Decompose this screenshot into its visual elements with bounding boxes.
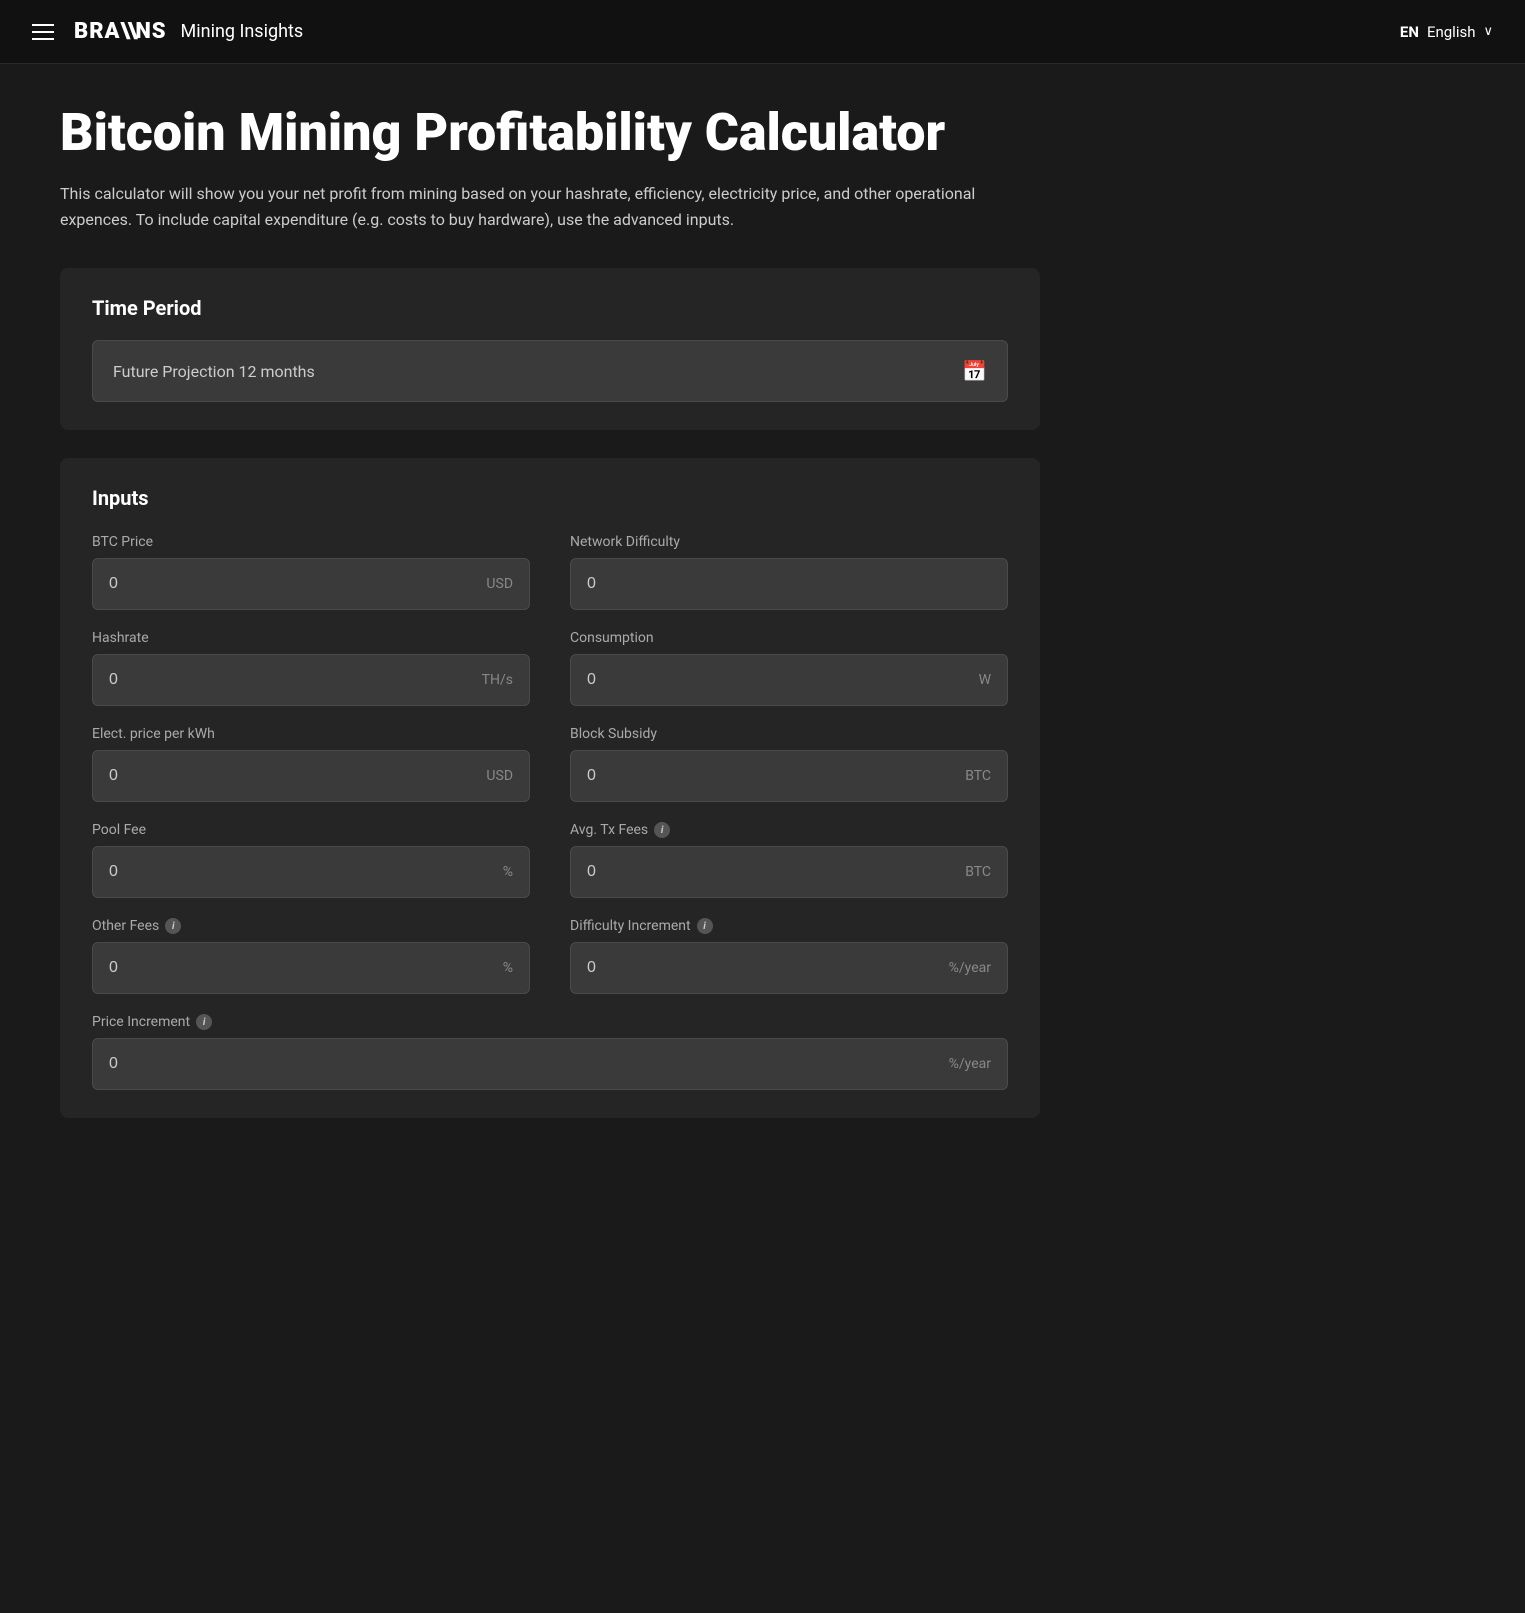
info-icon-other-fees[interactable]: i xyxy=(165,918,181,934)
input-hashrate[interactable] xyxy=(109,671,474,689)
input-wrapper-elect-price: USD xyxy=(92,750,530,802)
input-block-subsidy[interactable] xyxy=(587,767,957,785)
label-other-fees: Other Feesi xyxy=(92,918,530,934)
label-difficulty-increment: Difficulty Incrementi xyxy=(570,918,1008,934)
input-group-elect-price: Elect. price per kWh USD xyxy=(92,726,530,802)
input-group-other-fees: Other Feesi% xyxy=(92,918,530,994)
hamburger-menu[interactable] xyxy=(32,24,54,40)
chevron-down-icon: ∨ xyxy=(1483,24,1493,39)
label-btc-price: BTC Price xyxy=(92,534,530,550)
info-icon-difficulty-increment[interactable]: i xyxy=(697,918,713,934)
inputs-grid: BTC Price USD Network Difficulty Hashrate TH… xyxy=(92,534,1008,1090)
input-group-price-increment: Price Incrementi %/year xyxy=(92,1014,1008,1090)
input-wrapper-network-difficulty xyxy=(570,558,1008,610)
unit-other-fees: % xyxy=(503,960,513,976)
input-group-block-subsidy: Block Subsidy BTC xyxy=(570,726,1008,802)
input-elect-price[interactable] xyxy=(109,767,478,785)
calendar-icon: 📅 xyxy=(962,359,987,383)
page-title: Bitcoin Mining Profitability Calculator xyxy=(60,104,1040,161)
input-group-avg-tx-fees: Avg. Tx Feesi BTC xyxy=(570,822,1008,898)
input-other-fees[interactable] xyxy=(109,959,495,977)
input-group-hashrate: Hashrate TH/s xyxy=(92,630,530,706)
input-consumption[interactable] xyxy=(587,671,971,689)
app-header: BRA\\NS Mining Insights EN English ∨ xyxy=(0,0,1525,64)
input-network-difficulty[interactable] xyxy=(587,575,991,593)
input-pool-fee[interactable] xyxy=(109,863,495,881)
info-icon-price-increment[interactable]: i xyxy=(196,1014,212,1030)
time-period-value: Future Projection 12 months xyxy=(113,362,315,381)
time-period-title: Time Period xyxy=(92,296,1008,320)
main-content: Bitcoin Mining Profitability Calculator … xyxy=(0,64,1100,1158)
input-wrapper-pool-fee: % xyxy=(92,846,530,898)
inputs-title: Inputs xyxy=(92,486,1008,510)
input-wrapper-difficulty-increment: %/year xyxy=(570,942,1008,994)
input-wrapper-hashrate: TH/s xyxy=(92,654,530,706)
input-group-consumption: Consumption W xyxy=(570,630,1008,706)
input-wrapper-other-fees: % xyxy=(92,942,530,994)
unit-avg-tx-fees: BTC xyxy=(965,864,991,880)
input-wrapper-price-increment: %/year xyxy=(92,1038,1008,1090)
label-consumption: Consumption xyxy=(570,630,1008,646)
unit-consumption: W xyxy=(979,672,991,688)
info-icon-avg-tx-fees[interactable]: i xyxy=(654,822,670,838)
input-price-increment[interactable] xyxy=(109,1055,941,1073)
logo: BRA\\NS Mining Insights xyxy=(74,19,303,44)
logo-subtitle: Mining Insights xyxy=(181,21,304,42)
unit-btc-price: USD xyxy=(486,576,513,592)
input-avg-tx-fees[interactable] xyxy=(587,863,957,881)
lang-code: EN xyxy=(1400,23,1419,41)
time-period-selector[interactable]: Future Projection 12 months 📅 xyxy=(92,340,1008,402)
label-pool-fee: Pool Fee xyxy=(92,822,530,838)
unit-elect-price: USD xyxy=(486,768,513,784)
label-price-increment: Price Incrementi xyxy=(92,1014,1008,1030)
label-network-difficulty: Network Difficulty xyxy=(570,534,1008,550)
label-block-subsidy: Block Subsidy xyxy=(570,726,1008,742)
language-selector[interactable]: EN English ∨ xyxy=(1400,23,1493,41)
lang-name: English xyxy=(1427,23,1476,41)
input-wrapper-btc-price: USD xyxy=(92,558,530,610)
input-wrapper-block-subsidy: BTC xyxy=(570,750,1008,802)
label-hashrate: Hashrate xyxy=(92,630,530,646)
input-wrapper-consumption: W xyxy=(570,654,1008,706)
unit-price-increment: %/year xyxy=(949,1056,991,1072)
input-btc-price[interactable] xyxy=(109,575,478,593)
time-period-section: Time Period Future Projection 12 months … xyxy=(60,268,1040,430)
input-group-btc-price: BTC Price USD xyxy=(92,534,530,610)
header-left: BRA\\NS Mining Insights xyxy=(32,19,1400,44)
label-elect-price: Elect. price per kWh xyxy=(92,726,530,742)
input-difficulty-increment[interactable] xyxy=(587,959,941,977)
logo-brand: BRA\\NS xyxy=(74,19,167,44)
unit-block-subsidy: BTC xyxy=(965,768,991,784)
inputs-section: Inputs BTC Price USD Network Difficulty Has… xyxy=(60,458,1040,1118)
input-group-pool-fee: Pool Fee% xyxy=(92,822,530,898)
page-description: This calculator will show you your net p… xyxy=(60,181,1010,232)
unit-pool-fee: % xyxy=(503,864,513,880)
unit-hashrate: TH/s xyxy=(482,672,513,688)
label-avg-tx-fees: Avg. Tx Feesi xyxy=(570,822,1008,838)
unit-difficulty-increment: %/year xyxy=(949,960,991,976)
input-group-network-difficulty: Network Difficulty xyxy=(570,534,1008,610)
input-group-difficulty-increment: Difficulty Incrementi %/year xyxy=(570,918,1008,994)
input-wrapper-avg-tx-fees: BTC xyxy=(570,846,1008,898)
